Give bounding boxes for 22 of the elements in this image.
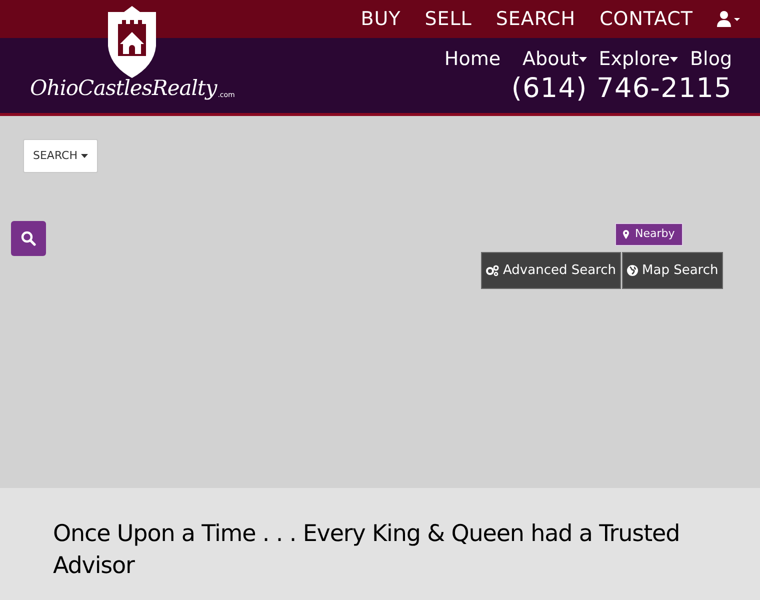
nav-link[interactable]: Home — [444, 45, 501, 74]
nav-dropdown[interactable]: Explore — [598, 45, 678, 74]
gears-icon — [486, 265, 499, 276]
search-button[interactable] — [11, 221, 46, 256]
nav-link[interactable]: Blog — [690, 45, 732, 74]
search-mode-button[interactable]: Map Search — [622, 252, 724, 289]
search-icon — [21, 231, 36, 246]
nav-link[interactable]: SEARCH — [496, 4, 576, 34]
nav-dropdown[interactable]: About — [522, 45, 587, 74]
map-pin-icon — [623, 230, 629, 239]
user-menu-icon[interactable] — [717, 11, 740, 27]
globe-icon — [627, 265, 638, 276]
nearby-button[interactable]: Nearby — [615, 223, 683, 246]
nav-link[interactable]: SELL — [424, 4, 472, 34]
search-mode-button[interactable]: Advanced Search — [481, 252, 622, 289]
nav-link[interactable]: BUY — [360, 4, 401, 34]
caret-icon — [80, 154, 88, 158]
nav-link[interactable]: CONTACT — [600, 4, 693, 34]
search-dropdown[interactable]: SEARCH — [23, 139, 98, 173]
page-heading: Once Upon a Time . . . Every King & Queen had a Trusted Advisor — [53, 520, 681, 581]
logo-text[interactable]: OhioCastlesRealty — [30, 78, 217, 99]
phone-number[interactable]: (614) 746-2115 — [511, 75, 732, 102]
